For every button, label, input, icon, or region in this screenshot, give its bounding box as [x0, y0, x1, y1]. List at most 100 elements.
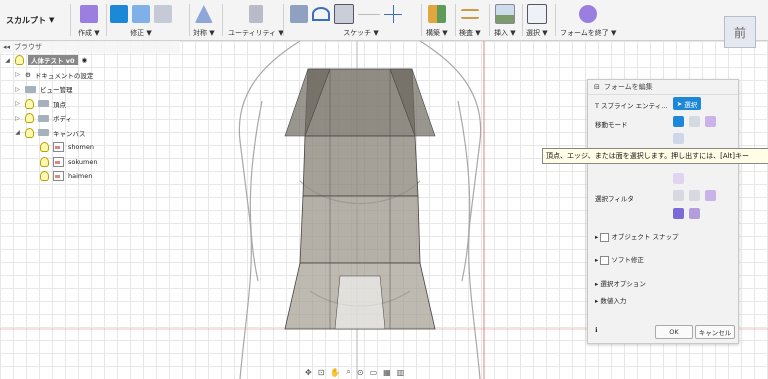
- dialog-icon: ⊟: [594, 83, 600, 91]
- soft-modify-checkbox[interactable]: [600, 255, 610, 265]
- finish-form-icon: [579, 5, 598, 23]
- construct-menu[interactable]: 構築 ▼: [426, 3, 448, 38]
- tree-item-canvases[interactable]: ◢ キャンバス: [0, 126, 180, 141]
- triangle-down-icon[interactable]: ◢: [4, 57, 11, 64]
- dimension-icon[interactable]: [358, 13, 380, 15]
- tree-item-doc-settings[interactable]: ▷ ⚙ ドキュメントの設定: [0, 68, 180, 83]
- create-label: 作成: [78, 29, 92, 37]
- visibility-bulb-icon[interactable]: [25, 98, 34, 109]
- triangle-down-icon[interactable]: ◢: [14, 129, 21, 136]
- visibility-bulb-icon[interactable]: [25, 127, 34, 138]
- move-mode-scale-icon[interactable]: [705, 116, 716, 127]
- gear-icon: ⚙: [25, 70, 31, 79]
- orbit-icon[interactable]: ✥: [305, 368, 312, 377]
- tree-item-root[interactable]: ◢ 人体テスト v0 ◉: [0, 53, 180, 68]
- radio-icon[interactable]: ◉: [82, 56, 88, 64]
- inspect-menu[interactable]: 検査 ▼: [459, 3, 481, 38]
- insert-edge-icon[interactable]: [132, 5, 150, 23]
- insert-menu[interactable]: 挿入 ▼: [494, 3, 516, 38]
- view-cube[interactable]: 前: [724, 16, 756, 48]
- visibility-bulb-icon[interactable]: [40, 156, 49, 167]
- move-mode-translate-icon[interactable]: [673, 116, 684, 127]
- browser-header[interactable]: ◂◂ ブラウザ: [0, 41, 180, 53]
- select-button-label: 選択: [684, 100, 698, 109]
- modify-label: 修正: [130, 29, 145, 37]
- browser-panel: ◂◂ ブラウザ ◢ 人体テスト v0 ◉ ▷ ⚙ ドキュメントの設定 ▷ ビュー…: [0, 41, 180, 182]
- object-snap-section[interactable]: ▸ オブジェクト スナップ: [595, 231, 679, 242]
- move-mode-label: 移動モード: [595, 121, 628, 129]
- pan-icon[interactable]: ✋: [330, 368, 340, 377]
- edit-form-icon[interactable]: [110, 5, 128, 23]
- finish-form-menu[interactable]: フォームを終了 ▼: [560, 3, 616, 38]
- filter-edge-icon[interactable]: [689, 190, 700, 201]
- subdivide-icon[interactable]: [154, 5, 172, 23]
- symmetry-menu[interactable]: 対称 ▼: [193, 3, 215, 38]
- select-menu[interactable]: 選択 ▼: [526, 3, 548, 38]
- tree-item-vertices[interactable]: ▷ 頂点: [0, 97, 180, 112]
- triangle-right-icon[interactable]: ▷: [14, 115, 21, 122]
- toolbar: スカルプト ▼ 作成 ▼ 修正 ▼ 対称 ▼ ユーティリティ ▼ スケッチ ▼ …: [0, 0, 768, 41]
- tree-item-canvas-front[interactable]: shomen: [0, 140, 180, 155]
- sketch-menu[interactable]: スケッチ ▼: [290, 3, 402, 38]
- selection-mode-icon[interactable]: [673, 173, 684, 184]
- select-entity-button[interactable]: ➤ 選択: [673, 97, 701, 110]
- zoom-icon[interactable]: ⌕: [346, 367, 350, 377]
- tree-label: sokumen: [68, 157, 98, 166]
- toolbar-divider: [106, 4, 107, 36]
- utility-menu[interactable]: ユーティリティ ▼: [228, 3, 284, 38]
- folder-icon: [38, 100, 49, 108]
- ok-button[interactable]: OK: [655, 325, 693, 339]
- tspline-form[interactable]: [284, 68, 436, 330]
- visibility-bulb-icon[interactable]: [40, 171, 49, 182]
- triangle-right-icon[interactable]: ▷: [14, 71, 21, 78]
- image-icon: [494, 4, 515, 24]
- move-mode-rotate-icon[interactable]: [689, 116, 700, 127]
- look-at-icon[interactable]: ⊡: [318, 368, 325, 377]
- tree-item-canvas-side[interactable]: sokumen: [0, 155, 180, 170]
- visibility-bulb-icon[interactable]: [15, 55, 24, 66]
- finish-form-label: フォームを終了: [560, 29, 609, 37]
- tree-item-bodies[interactable]: ▷ ボディ: [0, 111, 180, 126]
- collapse-icon[interactable]: ◂◂: [3, 43, 10, 51]
- modify-menu[interactable]: 修正 ▼: [110, 3, 172, 38]
- viewports-icon[interactable]: ▥: [397, 368, 405, 377]
- measure-icon: [460, 9, 479, 19]
- tree-item-views[interactable]: ▷ ビュー管理: [0, 82, 180, 97]
- filter-vertex-icon[interactable]: [673, 190, 684, 201]
- grid-icon[interactable]: ▦: [383, 368, 391, 377]
- object-snap-checkbox[interactable]: [600, 232, 610, 242]
- edit-form-dialog: ⊟ フォームを編集 T スプライン エンティ... ➤ 選択 移動モード 選択フ…: [587, 79, 739, 344]
- filter-all-icon[interactable]: [689, 208, 700, 219]
- rectangle-icon[interactable]: [334, 4, 354, 24]
- coordinate-space-icon[interactable]: [673, 133, 684, 144]
- object-snap-label: オブジェクト スナップ: [611, 233, 679, 241]
- selection-options-label: 選択オプション: [600, 280, 646, 288]
- point-icon[interactable]: [384, 5, 402, 23]
- toolbar-divider: [455, 4, 456, 36]
- sketch-icon[interactable]: [290, 5, 308, 23]
- tree-label: ボディ: [53, 115, 73, 124]
- info-icon[interactable]: ℹ: [595, 326, 597, 334]
- cancel-button[interactable]: キャンセル: [695, 325, 735, 339]
- soft-modify-section[interactable]: ▸ ソフト修正: [595, 254, 644, 265]
- triangle-right-icon[interactable]: ▷: [14, 100, 21, 107]
- utility-label: ユーティリティ: [228, 29, 277, 37]
- numeric-input-section[interactable]: ▸ 数値入力: [595, 295, 626, 305]
- workspace-switcher[interactable]: スカルプト ▼: [6, 8, 70, 32]
- arc-icon[interactable]: [312, 7, 330, 21]
- fit-icon[interactable]: ⊙: [357, 368, 364, 377]
- selection-options-section[interactable]: ▸ 選択オプション: [595, 278, 646, 288]
- visibility-bulb-icon[interactable]: [40, 142, 49, 153]
- tree-label: haimen: [68, 172, 93, 181]
- select-label: 選択: [526, 29, 540, 37]
- toolbar-divider: [283, 4, 284, 36]
- filter-face-icon[interactable]: [705, 190, 716, 201]
- dialog-header[interactable]: ⊟ フォームを編集: [588, 80, 738, 95]
- toolbar-divider: [421, 4, 422, 36]
- triangle-right-icon[interactable]: ▷: [14, 86, 21, 93]
- tree-item-canvas-back[interactable]: haimen: [0, 169, 180, 184]
- display-settings-icon[interactable]: ▭: [370, 368, 378, 377]
- visibility-bulb-icon[interactable]: [25, 113, 34, 124]
- filter-body-icon[interactable]: [673, 208, 684, 219]
- create-menu[interactable]: 作成 ▼: [78, 3, 100, 38]
